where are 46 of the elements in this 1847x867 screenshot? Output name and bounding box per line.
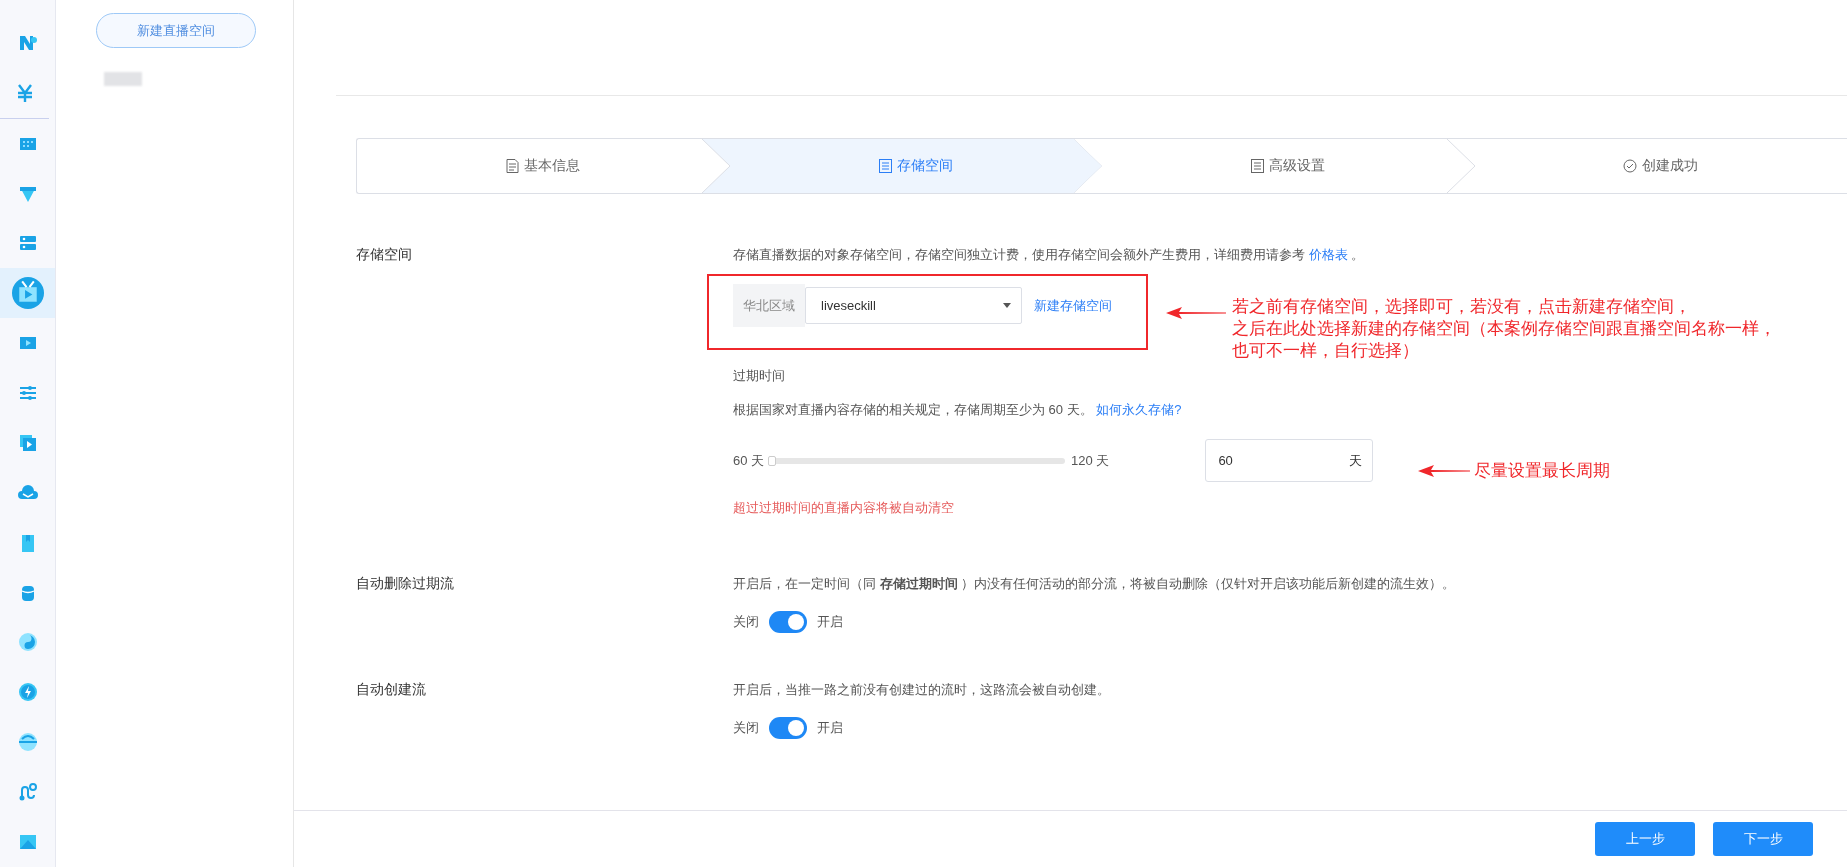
- tv-icon: [11, 277, 44, 310]
- check-circle-icon: [1623, 159, 1638, 173]
- days-input[interactable]: 60 天: [1205, 439, 1374, 482]
- bucket-select[interactable]: liveseckill: [805, 287, 1022, 324]
- description-text: 开启后，在一定时间（同 存储过期时间 ）内没有任何活动的部分流，将被自动删除（仅针对开启该功能后新创建的流生效）。: [733, 575, 1457, 593]
- permanent-storage-link[interactable]: 如何永久存储?: [1096, 402, 1182, 417]
- expiry-title: 过期时间: [733, 367, 786, 385]
- warning-text: 超过过期时间的直播内容将被自动清空: [733, 499, 955, 517]
- description-text: 存储直播数据的对象存储空间，存储空间独立计费，使用存储空间会额外产生费用，详细费用请参考 价格表 。: [733, 246, 1366, 264]
- off-label: 关闭: [733, 613, 759, 631]
- on-label: 开启: [817, 613, 843, 631]
- yin-yang-icon: [16, 631, 39, 654]
- document-icon: [506, 159, 520, 173]
- caret-icon: [1003, 303, 1011, 308]
- slider-max-label: 120 天: [1071, 451, 1110, 470]
- new-space-button[interactable]: 新建直播空间: [96, 13, 256, 48]
- field-label: 自动删除过期流: [356, 575, 455, 593]
- step-tab[interactable]: 基本信息: [357, 139, 730, 193]
- previous-button[interactable]: 上一步: [1595, 822, 1695, 856]
- price-link[interactable]: 价格表: [1308, 247, 1348, 262]
- arrow: [1418, 465, 1470, 477]
- list-icon: [878, 159, 892, 173]
- toggle-switch[interactable]: [769, 717, 807, 739]
- next-button[interactable]: 下一步: [1713, 822, 1813, 856]
- step-tab[interactable]: 高级设置: [1102, 139, 1475, 193]
- annotation-text: 若之前有存储空间，选择即可，若没有，点击新建存储空间， 之后在此处选择新建的存储空间（本案例存储空间跟直播空间名称一样， 也可不一样，自行选择）: [1232, 296, 1776, 362]
- region-label: 华北区域: [733, 284, 805, 327]
- expiry-rule-text: 根据国家对直播内容存储的相关规定，存储周期至少为 60 天。 如何永久存储?: [733, 401, 1183, 419]
- description-text: 开启后，当推一路之前没有创建过的流时，这路流会被自动创建。: [733, 681, 1111, 699]
- new-bucket-link[interactable]: 新建存储空间: [1034, 296, 1112, 315]
- field-label: 自动创建流: [356, 681, 427, 699]
- slider-min-label: 60 天: [733, 451, 765, 470]
- globe-icon: [16, 731, 39, 754]
- arrow: [1166, 307, 1226, 319]
- sidebar-item[interactable]: [0, 268, 55, 319]
- lightning-icon: [16, 681, 39, 704]
- annotation-text: 尽量设置最长周期: [1474, 460, 1610, 482]
- on-label: 开启: [817, 719, 843, 737]
- list-icon: [1251, 159, 1265, 173]
- slider-handle[interactable]: [768, 455, 777, 466]
- field-label: 存储空间: [356, 246, 413, 264]
- off-label: 关闭: [733, 719, 759, 737]
- days-slider[interactable]: [770, 457, 1066, 464]
- blurred-item: [104, 72, 142, 86]
- toggle-switch[interactable]: [769, 611, 807, 633]
- step-tab[interactable]: 创建成功: [1474, 139, 1847, 193]
